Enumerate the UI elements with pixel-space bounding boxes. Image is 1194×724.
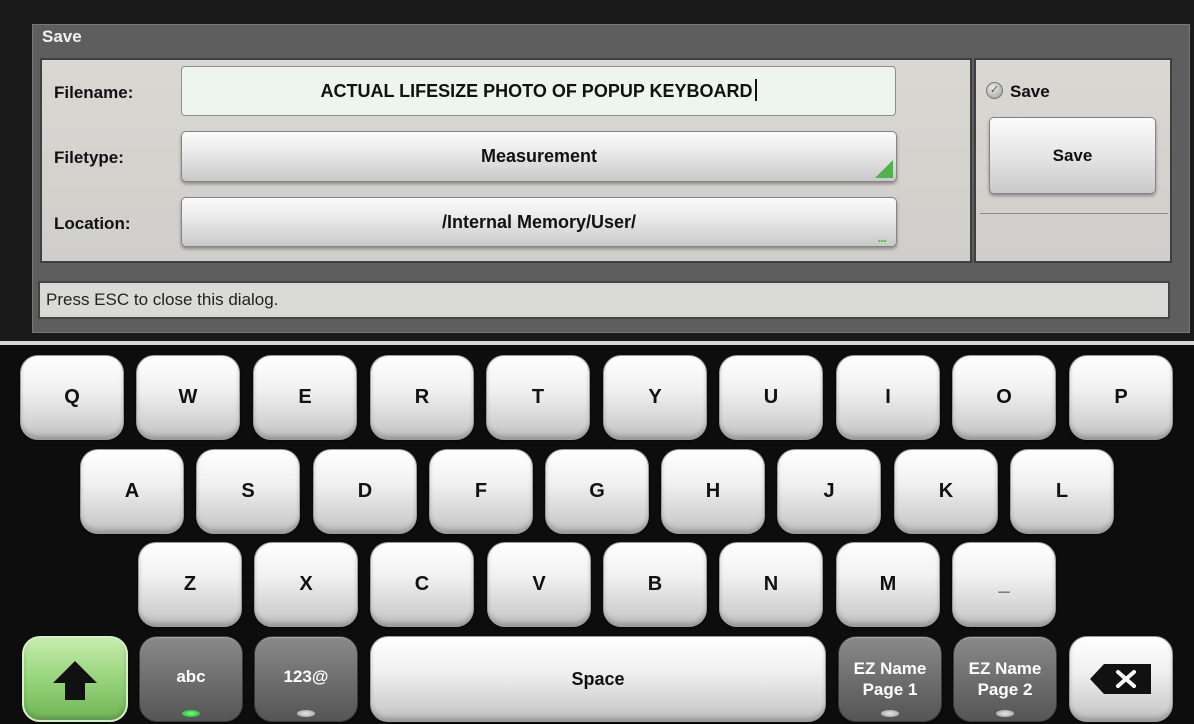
key-y[interactable]: Y xyxy=(603,355,707,440)
symbols-key[interactable]: 123@ xyxy=(254,636,358,722)
key-a[interactable]: A xyxy=(80,449,184,534)
key-h[interactable]: H xyxy=(661,449,765,534)
check-icon: ✓ xyxy=(989,84,1000,96)
abc-indicator-light xyxy=(182,710,200,717)
side-divider xyxy=(980,213,1168,214)
ez-page2-line2: Page 2 xyxy=(977,680,1033,699)
text-caret xyxy=(754,79,757,101)
filename-value: ACTUAL LIFESIZE PHOTO OF POPUP KEYBOARD xyxy=(320,81,753,101)
key-o[interactable]: O xyxy=(952,355,1056,440)
key-t[interactable]: T xyxy=(486,355,590,440)
key-v[interactable]: V xyxy=(487,542,591,627)
key-c[interactable]: C xyxy=(370,542,474,627)
ez-name-page2-key[interactable]: EZ Name Page 2 xyxy=(953,636,1057,722)
location-label: Location: xyxy=(54,214,131,233)
dropdown-corner-icon xyxy=(875,160,893,178)
ez-page1-indicator-light xyxy=(881,710,899,717)
key-m[interactable]: M xyxy=(836,542,940,627)
key-d[interactable]: D xyxy=(313,449,417,534)
abc-label: abc xyxy=(176,667,206,686)
ez-page1-line1: EZ Name xyxy=(853,659,927,678)
ez-page2-line1: EZ Name xyxy=(968,659,1042,678)
location-button[interactable]: /Internal Memory/User/ ... xyxy=(181,197,897,247)
filename-input[interactable]: ACTUAL LIFESIZE PHOTO OF POPUP KEYBOARD xyxy=(181,66,896,116)
ez-name-page1-key[interactable]: EZ Name Page 1 xyxy=(838,636,942,722)
key-i[interactable]: I xyxy=(836,355,940,440)
status-bar: Press ESC to close this dialog. xyxy=(38,281,1170,319)
abc-key[interactable]: abc xyxy=(139,636,243,722)
filetype-value: Measurement xyxy=(480,146,598,166)
key-k[interactable]: K xyxy=(894,449,998,534)
symbols-indicator-light xyxy=(297,710,315,717)
key-e[interactable]: E xyxy=(253,355,357,440)
browse-dots-icon: ... xyxy=(877,229,887,245)
key-b[interactable]: B xyxy=(603,542,707,627)
ez-page1-line2: Page 1 xyxy=(862,680,918,699)
save-button[interactable]: Save xyxy=(989,117,1156,194)
backspace-icon xyxy=(1090,664,1151,694)
key-x[interactable]: X xyxy=(254,542,358,627)
key-p[interactable]: P xyxy=(1069,355,1173,440)
key-g[interactable]: G xyxy=(545,449,649,534)
shift-key[interactable] xyxy=(22,636,128,722)
key-s[interactable]: S xyxy=(196,449,300,534)
save-checkbox[interactable]: ✓ xyxy=(986,82,1003,99)
shift-arrow-icon xyxy=(53,661,97,700)
key-z[interactable]: Z xyxy=(138,542,242,627)
save-dialog: Save Filename: ACTUAL LIFESIZE PHOTO OF … xyxy=(0,0,1194,345)
filetype-dropdown[interactable]: Measurement xyxy=(181,131,897,182)
key-j[interactable]: J xyxy=(777,449,881,534)
key-f[interactable]: F xyxy=(429,449,533,534)
filetype-label: Filetype: xyxy=(54,148,124,167)
key-l[interactable]: L xyxy=(1010,449,1114,534)
key-underscore[interactable]: _ xyxy=(952,542,1056,627)
key-r[interactable]: R xyxy=(370,355,474,440)
space-key[interactable]: Space xyxy=(370,636,826,722)
key-w[interactable]: W xyxy=(136,355,240,440)
filename-label: Filename: xyxy=(54,83,134,102)
key-n[interactable]: N xyxy=(719,542,823,627)
backspace-key[interactable] xyxy=(1069,636,1173,722)
dialog-title: Save xyxy=(42,27,82,46)
key-u[interactable]: U xyxy=(719,355,823,440)
ez-page2-indicator-light xyxy=(996,710,1014,717)
save-checkbox-label: Save xyxy=(1010,82,1050,101)
symbols-label: 123@ xyxy=(283,667,329,686)
key-q[interactable]: Q xyxy=(20,355,124,440)
location-value: /Internal Memory/User/ xyxy=(441,212,637,232)
